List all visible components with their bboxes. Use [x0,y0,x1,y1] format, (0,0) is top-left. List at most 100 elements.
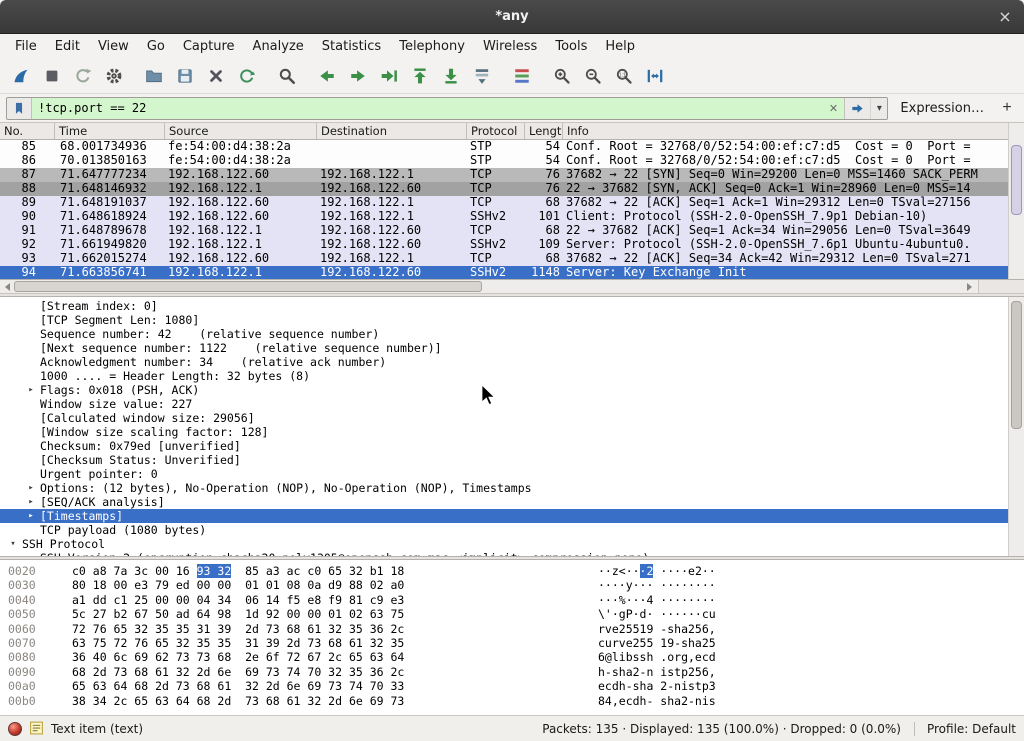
filter-input[interactable] [32,98,822,119]
expander-icon[interactable]: ▸ [22,509,40,523]
hex-row-0040[interactable]: 0040a1 dd c1 25 00 00 04 34 06 14 f5 e8 … [0,593,1024,607]
packet-row-87[interactable]: 8771.647777234192.168.122.60192.168.122.… [0,168,1008,182]
start-capture-button[interactable] [5,61,36,90]
detail-line[interactable]: Urgent pointer: 0 [0,467,1008,481]
packet-row-89[interactable]: 8971.648191037192.168.122.60192.168.122.… [0,196,1008,210]
expression-button[interactable]: Expression… [894,101,990,116]
detail-line[interactable]: [Window size scaling factor: 128] [0,425,1008,439]
hex-row-0050[interactable]: 00505c 27 b2 67 50 ad 64 98 1d 92 00 00 … [0,607,1024,621]
find-packet-button[interactable] [271,61,302,90]
hex-row-00b0[interactable]: 00b038 34 2c 65 63 64 68 2d 73 68 61 32 … [0,694,1024,708]
column-header-time[interactable]: Time [55,123,165,139]
details-vscroll-thumb[interactable] [1011,301,1022,429]
restart-capture-button[interactable] [67,61,98,90]
zoom-out-button[interactable] [577,61,608,90]
detail-line[interactable]: ▸[Timestamps] [0,509,1008,523]
detail-line[interactable]: ▸Flags: 0x018 (PSH, ACK) [0,383,1008,397]
filter-add-button[interactable]: + [996,97,1018,119]
packet-row-86[interactable]: 8670.013850163fe:54:00:d4:38:2aSTP54Conf… [0,154,1008,168]
menu-tools[interactable]: Tools [546,36,596,57]
column-header-length[interactable]: Length [525,123,563,139]
detail-line[interactable]: [Calculated window size: 29056] [0,411,1008,425]
menu-telephony[interactable]: Telephony [390,36,474,57]
filter-dropdown-chevron-icon[interactable]: ▾ [870,98,887,119]
titlebar[interactable]: *any × [0,0,1024,34]
hscroll-left-arrow[interactable] [0,280,14,293]
hex-row-0080[interactable]: 008036 40 6c 69 62 73 73 68 2e 6f 72 67 … [0,650,1024,664]
hex-row-00a0[interactable]: 00a065 63 64 68 2d 73 68 61 32 2d 6e 69 … [0,679,1024,693]
expander-icon[interactable]: ▸ [22,495,40,509]
resize-columns-button[interactable] [639,61,670,90]
menu-file[interactable]: File [6,36,46,57]
packet-row-92[interactable]: 9271.661949820192.168.122.1192.168.122.6… [0,238,1008,252]
capture-options-button[interactable] [98,61,129,90]
detail-line[interactable]: ▸SSH Version 2 (encryption:chacha20-poly… [0,551,1008,556]
packet-list-vscroll-thumb[interactable] [1011,145,1022,215]
go-first-button[interactable] [404,61,435,90]
menu-edit[interactable]: Edit [46,36,89,57]
packet-row-90[interactable]: 9071.648618924192.168.122.60192.168.122.… [0,210,1008,224]
hex-row-0090[interactable]: 009068 2d 73 68 61 32 2d 6e 69 73 74 70 … [0,665,1024,679]
window-close-button[interactable]: × [996,8,1014,26]
hex-row-0070[interactable]: 007063 75 72 76 65 32 35 35 31 39 2d 73 … [0,636,1024,650]
capture-comment-icon[interactable] [29,720,44,738]
filter-apply-button[interactable] [844,98,870,119]
packet-row-88[interactable]: 8871.648146932192.168.122.1192.168.122.6… [0,182,1008,196]
menu-go[interactable]: Go [138,36,174,57]
auto-scroll-button[interactable] [466,61,497,90]
hex-row-0060[interactable]: 006072 76 65 32 35 35 31 39 2d 73 68 61 … [0,622,1024,636]
save-file-button[interactable] [169,61,200,90]
menu-view[interactable]: View [89,36,138,57]
go-forward-button[interactable] [342,61,373,90]
colorize-button[interactable] [506,61,537,90]
menu-wireless[interactable]: Wireless [474,36,546,57]
zoom-in-button[interactable] [546,61,577,90]
detail-line[interactable]: Sequence number: 42 (relative sequence n… [0,327,1008,341]
column-header-protocol[interactable]: Protocol [467,123,525,139]
filter-clear-icon[interactable]: ✕ [822,98,844,119]
menu-help[interactable]: Help [596,36,644,57]
packet-row-91[interactable]: 9171.648789678192.168.122.1192.168.122.6… [0,224,1008,238]
menu-analyze[interactable]: Analyze [244,36,313,57]
menu-capture[interactable]: Capture [174,36,244,57]
detail-line[interactable]: ▸Options: (12 bytes), No-Operation (NOP)… [0,481,1008,495]
packet-row-85[interactable]: 8568.001734936fe:54:00:d4:38:2aSTP54Conf… [0,140,1008,154]
packet-list-hscrollbar[interactable] [0,280,1024,294]
close-file-button[interactable] [200,61,231,90]
expander-icon[interactable]: ▸ [22,383,40,397]
detail-line[interactable]: [TCP Segment Len: 1080] [0,313,1008,327]
packet-row-93[interactable]: 9371.662015274192.168.122.60192.168.122.… [0,252,1008,266]
detail-line[interactable]: ▸[SEQ/ACK analysis] [0,495,1008,509]
reload-button[interactable] [231,61,262,90]
detail-line[interactable]: Acknowledgment number: 34 (relative ack … [0,355,1008,369]
detail-line[interactable]: [Checksum Status: Unverified] [0,453,1008,467]
expander-icon[interactable]: ▸ [22,481,40,495]
detail-line[interactable]: TCP payload (1080 bytes) [0,523,1008,537]
hscroll-thumb[interactable] [14,281,482,292]
open-file-button[interactable] [138,61,169,90]
zoom-original-button[interactable]: 1:1 [608,61,639,90]
expert-info-icon[interactable] [8,722,22,736]
go-last-button[interactable] [435,61,466,90]
column-header-source[interactable]: Source [165,123,317,139]
expander-icon[interactable]: ▾ [4,537,22,551]
stop-capture-button[interactable] [36,61,67,90]
column-header-no[interactable]: No. [0,123,55,139]
expander-icon[interactable]: ▸ [22,551,40,556]
hex-row-0030[interactable]: 003080 18 00 e3 79 ed 00 00 01 01 08 0a … [0,578,1024,592]
column-header-destination[interactable]: Destination [317,123,467,139]
hscroll-right-arrow[interactable] [962,280,976,293]
detail-line[interactable]: Checksum: 0x79ed [unverified] [0,439,1008,453]
detail-line[interactable]: 1000 .... = Header Length: 32 bytes (8) [0,369,1008,383]
detail-line[interactable]: [Next sequence number: 1122 (relative se… [0,341,1008,355]
detail-line[interactable]: Window size value: 227 [0,397,1008,411]
column-header-info[interactable]: Info [563,123,1024,139]
packet-list-vscrollbar[interactable] [1008,123,1024,279]
status-profile[interactable]: Profile: Default [914,722,1016,736]
detail-line[interactable]: ▾SSH Protocol [0,537,1008,551]
packet-row-94[interactable]: 9471.663856741192.168.122.1192.168.122.6… [0,266,1008,279]
go-to-packet-button[interactable] [373,61,404,90]
detail-line[interactable]: [Stream index: 0] [0,299,1008,313]
menu-statistics[interactable]: Statistics [313,36,390,57]
hex-row-0020[interactable]: 0020c0 a8 7a 3c 00 16 93 32 85 a3 ac c0 … [0,564,1024,578]
